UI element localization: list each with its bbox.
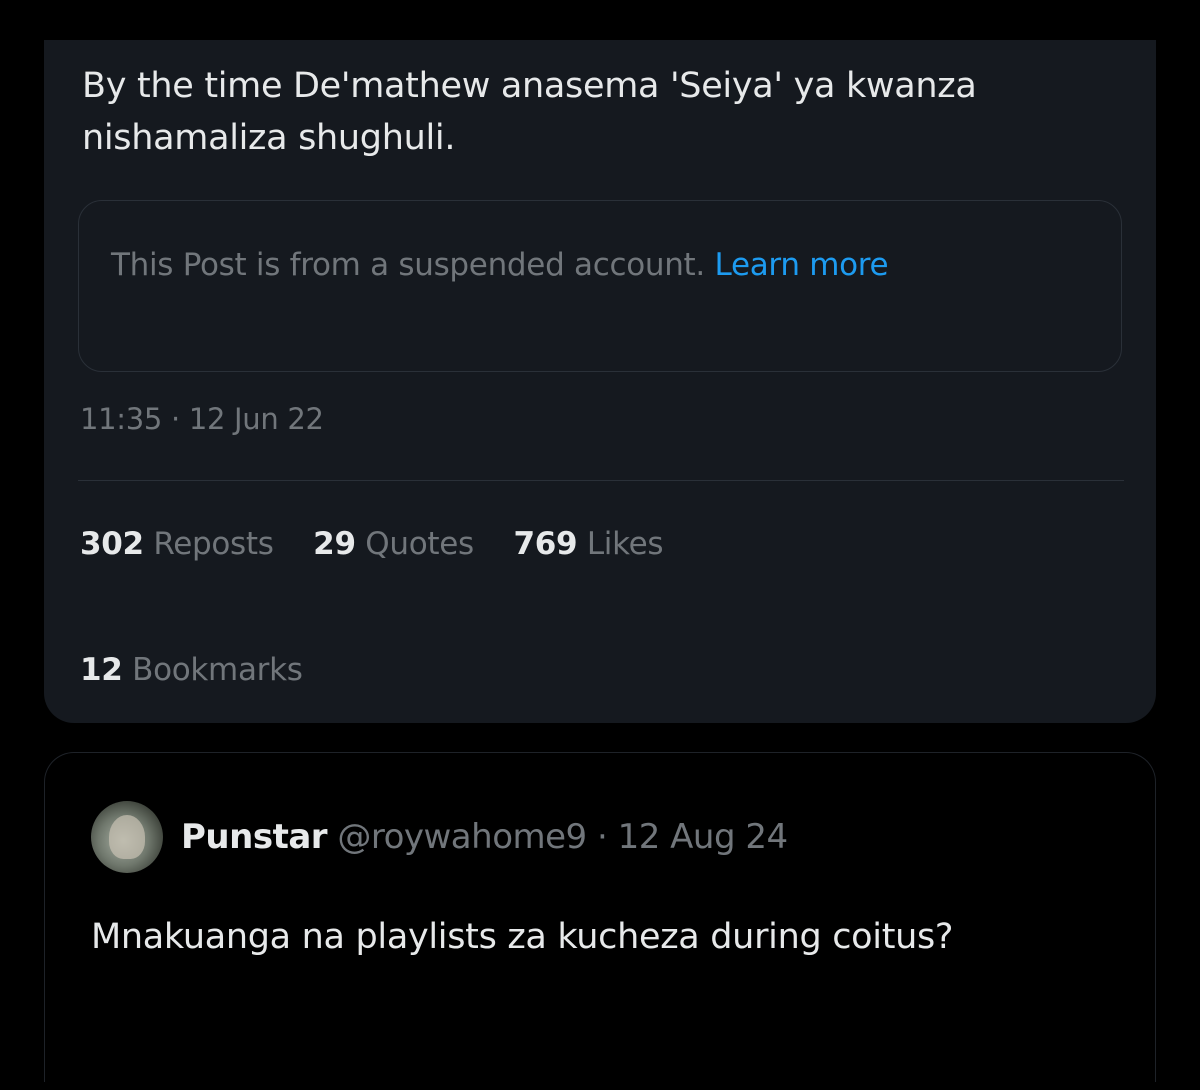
likes-stat[interactable]: 769 Likes [513, 526, 663, 562]
post-text: By the time De'mathew anasema 'Seiya' ya… [82, 66, 977, 158]
suspended-notice-text: This Post is from a suspended account. L… [111, 237, 1071, 294]
bookmarks-count: 12 [80, 652, 123, 688]
likes-label: Likes [586, 526, 664, 562]
quote-text: Mnakuanga na playlists za kucheza during… [91, 917, 954, 957]
quote-post-card[interactable]: Punstar @roywahome9 · 12 Aug 24 Mnakuang… [44, 752, 1156, 1082]
reposts-stat[interactable]: 302 Reposts [80, 526, 274, 562]
reposts-count: 302 [80, 526, 144, 562]
avatar-image [109, 815, 145, 859]
author-handle-date[interactable]: @roywahome9 · 12 Aug 24 [337, 817, 788, 857]
screenshot-page: By the time De'mathew anasema 'Seiya' ya… [0, 0, 1200, 1090]
divider [78, 480, 1124, 481]
learn-more-link[interactable]: Learn more [715, 247, 889, 283]
suspended-notice: This Post is from a suspended account. L… [78, 200, 1122, 372]
bookmarks-label: Bookmarks [132, 652, 303, 688]
post-timestamp[interactable]: 11:35 · 12 Jun 22 [80, 402, 324, 436]
reposts-label: Reposts [153, 526, 274, 562]
quotes-count: 29 [313, 526, 356, 562]
post-stats: 302 Reposts 29 Quotes 769 Likes [80, 526, 693, 562]
quotes-stat[interactable]: 29 Quotes [313, 526, 474, 562]
quotes-label: Quotes [365, 526, 474, 562]
avatar[interactable] [91, 801, 163, 873]
likes-count: 769 [513, 526, 578, 562]
suspended-notice-message: This Post is from a suspended account. [111, 247, 705, 283]
bookmarks-stat[interactable]: 12 Bookmarks [80, 652, 303, 688]
author-name[interactable]: Punstar [181, 817, 328, 857]
quote-header: Punstar @roywahome9 · 12 Aug 24 [181, 817, 788, 857]
post-card: By the time De'mathew anasema 'Seiya' ya… [44, 40, 1156, 723]
